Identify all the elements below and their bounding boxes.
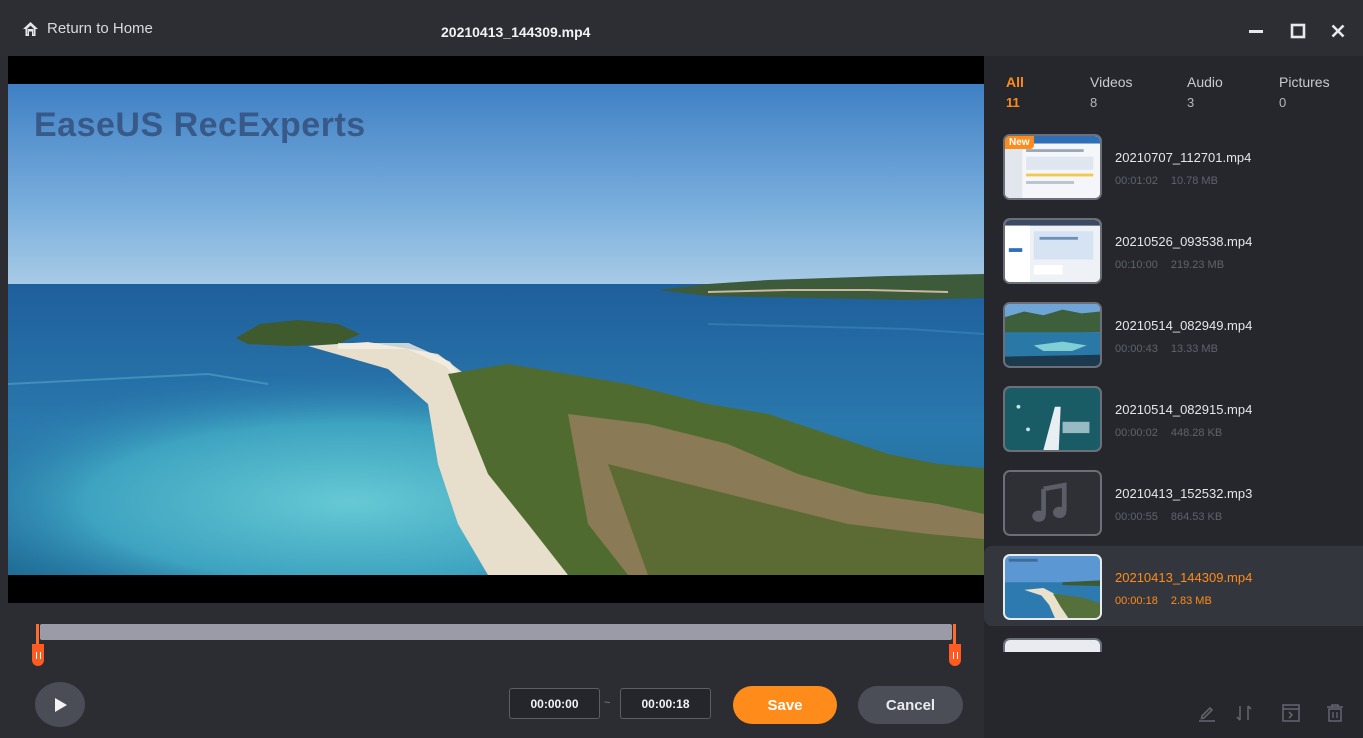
video-frame <box>8 84 984 575</box>
trim-timeline[interactable] <box>40 624 952 640</box>
maximize-icon <box>1290 23 1306 39</box>
file-thumbnail-partial[interactable] <box>1003 638 1102 652</box>
file-size: 13.33 MB <box>1170 343 1218 355</box>
minimize-button[interactable] <box>1245 20 1267 42</box>
recordings-panel: All 11 Videos 8 Audio 3 Pictures 0 New 2… <box>984 56 1363 738</box>
trim-start-knob <box>32 644 44 666</box>
file-name: 20210514_082915.mp4 <box>1115 402 1253 417</box>
save-button[interactable]: Save <box>733 686 837 724</box>
file-duration: 00:01:02 <box>1115 175 1158 187</box>
tab-videos-count: 8 <box>1090 95 1098 110</box>
tab-videos[interactable]: Videos 8 <box>1090 74 1133 110</box>
file-duration: 00:00:43 <box>1115 343 1158 355</box>
delete-icon <box>1327 704 1343 722</box>
home-icon <box>23 21 38 36</box>
file-meta: 00:00:55 864.53 KB <box>1115 511 1222 523</box>
play-button[interactable] <box>35 682 85 727</box>
tab-pictures-label: Pictures <box>1279 74 1330 90</box>
file-list-item-selected[interactable]: 20210413_144309.mp4 00:00:18 2.83 MB <box>984 546 1363 626</box>
new-badge: New <box>1005 136 1034 149</box>
file-thumbnail <box>1003 302 1102 368</box>
edit-button[interactable] <box>1196 702 1218 724</box>
file-list-item[interactable]: 20210514_082949.mp4 00:00:43 13.33 MB <box>984 294 1363 374</box>
return-home-button[interactable]: Return to Home <box>22 20 153 37</box>
file-meta: 00:01:02 10.78 MB <box>1115 175 1218 187</box>
file-list-item[interactable]: New 20210707_112701.mp4 00:01:02 10.78 M… <box>984 126 1363 206</box>
trim-end-handle[interactable] <box>949 624 961 666</box>
trim-end-knob <box>949 644 961 666</box>
file-name: 20210413_144309.mp4 <box>1115 570 1253 585</box>
tab-audio-label: Audio <box>1187 74 1223 90</box>
maximize-button[interactable] <box>1287 20 1309 42</box>
return-home-label: Return to Home <box>47 20 153 37</box>
cancel-button[interactable]: Cancel <box>858 686 963 724</box>
file-size: 10.78 MB <box>1170 175 1218 187</box>
tab-all-label: All <box>1006 74 1024 90</box>
export-button[interactable] <box>1280 702 1302 724</box>
file-list-item[interactable]: 20210514_082915.mp4 00:00:02 448.28 KB <box>984 378 1363 458</box>
file-name: 20210707_112701.mp4 <box>1115 150 1252 165</box>
file-thumbnail <box>1003 386 1102 452</box>
sort-icon <box>1236 705 1252 721</box>
file-meta: 00:10:00 219.23 MB <box>1115 259 1224 271</box>
file-meta: 00:00:02 448.28 KB <box>1115 427 1222 439</box>
tab-audio[interactable]: Audio 3 <box>1187 74 1223 110</box>
file-duration: 00:10:00 <box>1115 259 1158 271</box>
music-note-icon <box>1006 472 1099 534</box>
file-duration: 00:00:55 <box>1115 511 1158 523</box>
file-size: 448.28 KB <box>1170 427 1223 439</box>
tab-all[interactable]: All 11 <box>1006 74 1024 110</box>
file-name: 20210514_082949.mp4 <box>1115 318 1253 333</box>
file-duration: 00:00:18 <box>1115 595 1158 607</box>
file-thumbnail: New <box>1003 134 1102 200</box>
tab-audio-count: 3 <box>1187 95 1195 110</box>
video-preview[interactable]: EaseUS RecExperts <box>8 56 984 603</box>
file-thumbnail <box>1003 470 1102 536</box>
time-range-separator: ~ <box>604 697 611 709</box>
start-time-input[interactable]: 00:00:00 <box>509 688 600 719</box>
file-size: 864.53 KB <box>1170 511 1223 523</box>
file-size: 2.83 MB <box>1170 595 1212 607</box>
window-title: 20210413_144309.mp4 <box>441 24 591 40</box>
delete-button[interactable] <box>1324 702 1346 724</box>
tab-all-count: 11 <box>1006 95 1020 110</box>
file-list-item[interactable]: 20210526_093538.mp4 00:10:00 219.23 MB <box>984 210 1363 290</box>
tab-pictures[interactable]: Pictures 0 <box>1279 74 1330 110</box>
close-icon <box>1331 24 1345 38</box>
play-icon <box>55 697 67 712</box>
file-meta: 00:00:18 2.83 MB <box>1115 595 1212 607</box>
close-button[interactable] <box>1327 20 1349 42</box>
tab-videos-label: Videos <box>1090 74 1133 90</box>
file-name: 20210413_152532.mp3 <box>1115 486 1253 501</box>
file-name: 20210526_093538.mp4 <box>1115 234 1253 249</box>
tab-pictures-count: 0 <box>1279 95 1287 110</box>
end-time-input[interactable]: 00:00:18 <box>620 688 711 719</box>
export-icon <box>1282 704 1300 722</box>
minimize-icon <box>1249 30 1263 33</box>
edit-icon <box>1199 706 1215 722</box>
file-thumbnail <box>1003 218 1102 284</box>
file-list-item[interactable]: 20210413_152532.mp3 00:00:55 864.53 KB <box>984 462 1363 542</box>
file-duration: 00:00:02 <box>1115 427 1158 439</box>
sort-button[interactable] <box>1233 702 1255 724</box>
file-size: 219.23 MB <box>1170 259 1225 271</box>
file-meta: 00:00:43 13.33 MB <box>1115 343 1218 355</box>
title-bar: Return to Home 20210413_144309.mp4 <box>0 0 1363 56</box>
watermark-text: EaseUS RecExperts <box>34 106 366 144</box>
trim-start-handle[interactable] <box>32 624 44 666</box>
file-thumbnail <box>1003 554 1102 620</box>
